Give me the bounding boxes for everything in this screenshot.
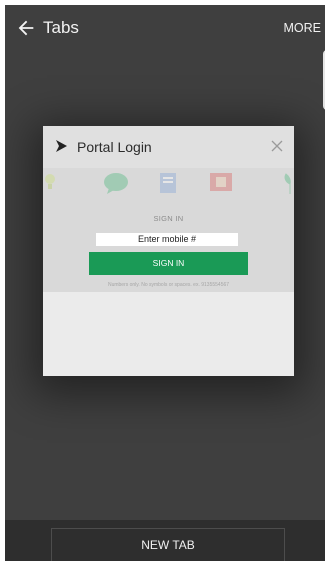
page-title: Tabs [43, 18, 79, 37]
close-icon[interactable] [270, 139, 284, 153]
app-bar: Tabs MORE [5, 5, 325, 110]
tab-card[interactable]: Portal Login SIGN IN Enter mobile # SIGN… [43, 126, 294, 376]
mobile-number-field: Enter mobile # [96, 233, 238, 246]
tab-preview: SIGN IN Enter mobile # SIGN IN Numbers o… [43, 168, 294, 292]
plant-icon [283, 172, 294, 199]
tab-header: Portal Login [43, 126, 294, 168]
lightbulb-icon [45, 172, 55, 197]
decorative-icon-row [43, 172, 294, 196]
mobile-hint-text: Numbers only. No symbols or spaces. ex. … [107, 282, 230, 288]
chat-bubble-icon [103, 172, 129, 199]
adjacent-tab-edge[interactable] [323, 50, 325, 110]
arrow-left-icon[interactable] [15, 17, 37, 39]
arrow-right-icon [54, 139, 68, 153]
document-icon [159, 172, 177, 199]
signin-heading: SIGN IN [153, 214, 184, 223]
more-button[interactable]: MORE [284, 21, 322, 35]
bottom-bar: NEW TAB [5, 520, 325, 561]
film-icon [209, 172, 233, 197]
tabs-screen: Tabs MORE Portal Login SIGN IN Enter mob… [5, 5, 325, 561]
tab-title: Portal Login [77, 139, 152, 155]
signin-button: SIGN IN [89, 252, 248, 275]
new-tab-button[interactable]: NEW TAB [51, 528, 285, 561]
